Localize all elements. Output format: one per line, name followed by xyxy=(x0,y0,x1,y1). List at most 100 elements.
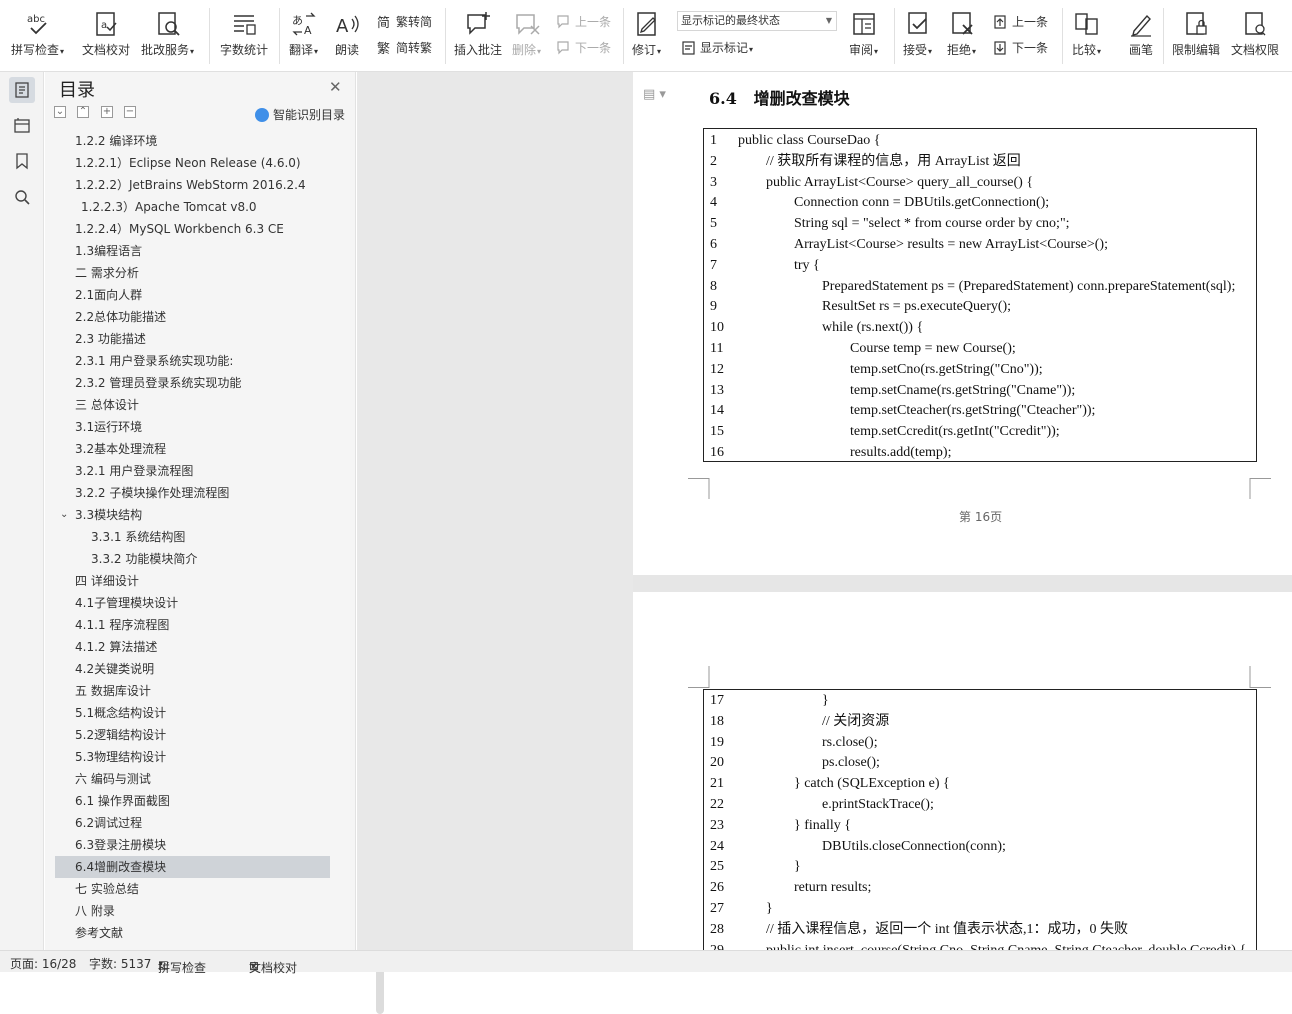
read-aloud-button[interactable]: A 朗读 xyxy=(333,0,361,58)
prev-comment-button[interactable]: 上一条 xyxy=(556,13,611,30)
close-icon[interactable]: ✕ xyxy=(329,78,342,96)
toc-item[interactable]: 4.1.1 程序流程图 xyxy=(55,614,330,636)
code-text[interactable]: ps.close(); xyxy=(822,752,880,773)
doc-proof-button[interactable]: a 文档校对 xyxy=(82,0,130,58)
toc-item[interactable]: 4.2关键类说明 xyxy=(55,658,330,680)
next-comment-button[interactable]: 下一条 xyxy=(556,39,611,56)
toc-item[interactable]: 6.4增删改查模块 xyxy=(55,856,330,878)
code-text[interactable]: } xyxy=(794,856,801,877)
translate-button[interactable]: あA 翻译▾ xyxy=(289,0,318,58)
code-text[interactable]: public class CourseDao { xyxy=(738,130,880,151)
toc-item[interactable]: 1.2.2.1）Eclipse Neon Release (4.6.0) xyxy=(55,152,330,174)
code-text[interactable]: String sql = "select * from course order… xyxy=(794,213,1070,234)
add-heading-button[interactable]: + xyxy=(101,106,113,118)
toc-item[interactable]: 3.3.1 系统结构图 xyxy=(55,526,330,548)
code-text[interactable]: DBUtils.closeConnection(conn); xyxy=(822,836,1006,857)
toc-item[interactable]: 3.2.2 子模块操作处理流程图 xyxy=(55,482,330,504)
code-text[interactable]: Course temp = new Course(); xyxy=(850,338,1016,359)
page-indicator[interactable]: 页面: 16/28 xyxy=(10,955,76,972)
toc-item[interactable]: 2.3.2 管理员登录系统实现功能 xyxy=(55,372,330,394)
toc-item[interactable]: 1.2.2.2）JetBrains WebStorm 2016.2.4 xyxy=(55,174,330,196)
code-text[interactable]: results.add(temp); xyxy=(850,442,951,461)
code-text[interactable]: } catch (SQLException e) { xyxy=(794,773,950,794)
toc-item[interactable]: 1.3编程语言 xyxy=(55,240,330,262)
toc-panel-button[interactable] xyxy=(9,77,35,103)
toc-item[interactable]: 5.2逻辑结构设计 xyxy=(55,724,330,746)
collapse-all-button[interactable]: ⌄ xyxy=(54,106,66,118)
code-text[interactable]: } xyxy=(766,898,773,919)
toc-item[interactable]: 2.3.1 用户登录系统实现功能: xyxy=(55,350,330,372)
toc-item[interactable]: 四 详细设计 xyxy=(55,570,330,592)
page-menu-icon[interactable]: ▤ ▾ xyxy=(643,87,666,102)
pen-button[interactable]: 画笔 xyxy=(1127,0,1155,58)
code-text[interactable]: temp.setCteacher(rs.getString("Cteacher"… xyxy=(850,400,1095,421)
code-text[interactable]: try { xyxy=(794,255,820,276)
restrict-edit-button[interactable]: 限制编辑 xyxy=(1172,0,1220,58)
code-text[interactable]: temp.setCcredit(rs.getInt("Ccredit")); xyxy=(850,421,1060,442)
code-text[interactable]: e.printStackTrace(); xyxy=(822,794,934,815)
toc-item[interactable]: 6.3登录注册模块 xyxy=(55,834,330,856)
prev-change-button[interactable]: 上一条 xyxy=(993,13,1048,30)
toc-item[interactable]: 4.1子管理模块设计 xyxy=(55,592,330,614)
toc-item[interactable]: 6.1 操作界面截图 xyxy=(55,790,330,812)
review-button[interactable]: 审阅▾ xyxy=(849,0,878,58)
code-text[interactable]: return results; xyxy=(794,877,871,898)
toc-item[interactable]: 五 数据库设计 xyxy=(55,680,330,702)
toc-item[interactable]: 1.2.2.3）Apache Tomcat v8.0 xyxy=(55,196,330,218)
code-text[interactable]: temp.setCname(rs.getString("Cname")); xyxy=(850,380,1075,401)
track-changes-button[interactable]: 修订▾ xyxy=(632,0,661,58)
word-count-indicator[interactable]: 字数: 5137 xyxy=(89,955,151,972)
toc-item[interactable]: 七 实验总结 xyxy=(55,878,330,900)
code-text[interactable]: // 获取所有课程的信息，用 ArrayList 返回 xyxy=(766,151,1021,172)
toc-item[interactable]: 二 需求分析 xyxy=(55,262,330,284)
review-service-button[interactable]: 批改服务▾ xyxy=(141,0,194,58)
code-text[interactable]: } xyxy=(822,690,829,711)
toc-item[interactable]: 6.2调试过程 xyxy=(55,812,330,834)
toc-item[interactable]: 3.3.2 功能模块简介 xyxy=(55,548,330,570)
chevron-down-icon[interactable]: ⌄ xyxy=(60,504,68,526)
toc-item[interactable]: 三 总体设计 xyxy=(55,394,330,416)
toc-item[interactable]: 八 附录 xyxy=(55,900,330,922)
toc-item[interactable]: 3.2基本处理流程 xyxy=(55,438,330,460)
toc-item[interactable]: 2.2总体功能描述 xyxy=(55,306,330,328)
reject-button[interactable]: 拒绝▾ xyxy=(947,0,976,58)
toc-item[interactable]: 4.1.2 算法描述 xyxy=(55,636,330,658)
toc-item[interactable]: ⌄ 3.3模块结构 xyxy=(55,504,330,526)
find-button[interactable] xyxy=(9,184,35,210)
next-change-button[interactable]: 下一条 xyxy=(993,39,1048,56)
simp-to-trad-button[interactable]: 繁 简转繁 xyxy=(377,39,432,56)
expand-up-button[interactable]: ⌃ xyxy=(77,106,89,118)
code-text[interactable]: rs.close(); xyxy=(822,732,878,753)
trad-to-simp-button[interactable]: 简 繁转简 xyxy=(377,13,432,30)
smart-toc-button[interactable]: 智能识别目录 xyxy=(255,106,345,123)
remove-heading-button[interactable]: − xyxy=(124,106,136,118)
code-text[interactable]: // 关闭资源 xyxy=(822,711,889,732)
code-text[interactable]: ResultSet rs = ps.executeQuery(); xyxy=(822,296,1011,317)
insert-comment-button[interactable]: 插入批注 xyxy=(454,0,502,58)
nav-pane-button[interactable] xyxy=(9,112,35,138)
code-text[interactable]: public ArrayList<Course> query_all_cours… xyxy=(766,172,1033,193)
spell-check-button[interactable]: abc 拼写检查▾ xyxy=(11,0,64,58)
toc-item[interactable]: 2.3 功能描述 xyxy=(55,328,330,350)
markup-state-select[interactable]: 显示标记的最终状态 ▼ xyxy=(677,11,837,31)
toc-item[interactable]: 1.2.2.4）MySQL Workbench 6.3 CE xyxy=(55,218,330,240)
bookmark-button[interactable] xyxy=(9,148,35,174)
code-text[interactable]: PreparedStatement ps = (PreparedStatemen… xyxy=(822,276,1235,297)
toc-item[interactable]: 3.2.1 用户登录流程图 xyxy=(55,460,330,482)
toc-item[interactable]: 参考文献 xyxy=(55,922,330,944)
accept-button[interactable]: 接受▾ xyxy=(903,0,932,58)
word-count-button[interactable]: 字数统计 xyxy=(220,0,268,58)
code-text[interactable]: temp.setCno(rs.getString("Cno")); xyxy=(850,359,1043,380)
code-text[interactable]: } finally { xyxy=(794,815,851,836)
code-text[interactable]: ArrayList<Course> results = new ArrayLis… xyxy=(794,234,1108,255)
code-text[interactable]: while (rs.next()) { xyxy=(822,317,923,338)
toc-item[interactable]: 3.1运行环境 xyxy=(55,416,330,438)
toc-item[interactable]: 1.2.2 编译环境 xyxy=(55,130,330,152)
doc-permission-button[interactable]: 文档权限 xyxy=(1231,0,1279,58)
code-text[interactable]: // 插入课程信息，返回一个 int 值表示状态,1：成功，0 失败 xyxy=(766,919,1128,940)
toc-item[interactable]: 六 编码与测试 xyxy=(55,768,330,790)
toc-item[interactable]: 5.3物理结构设计 xyxy=(55,746,330,768)
toc-item[interactable]: 5.1概念结构设计 xyxy=(55,702,330,724)
delete-comment-button[interactable]: 删除▾ xyxy=(512,0,541,58)
code-text[interactable]: Connection conn = DBUtils.getConnection(… xyxy=(794,192,1049,213)
